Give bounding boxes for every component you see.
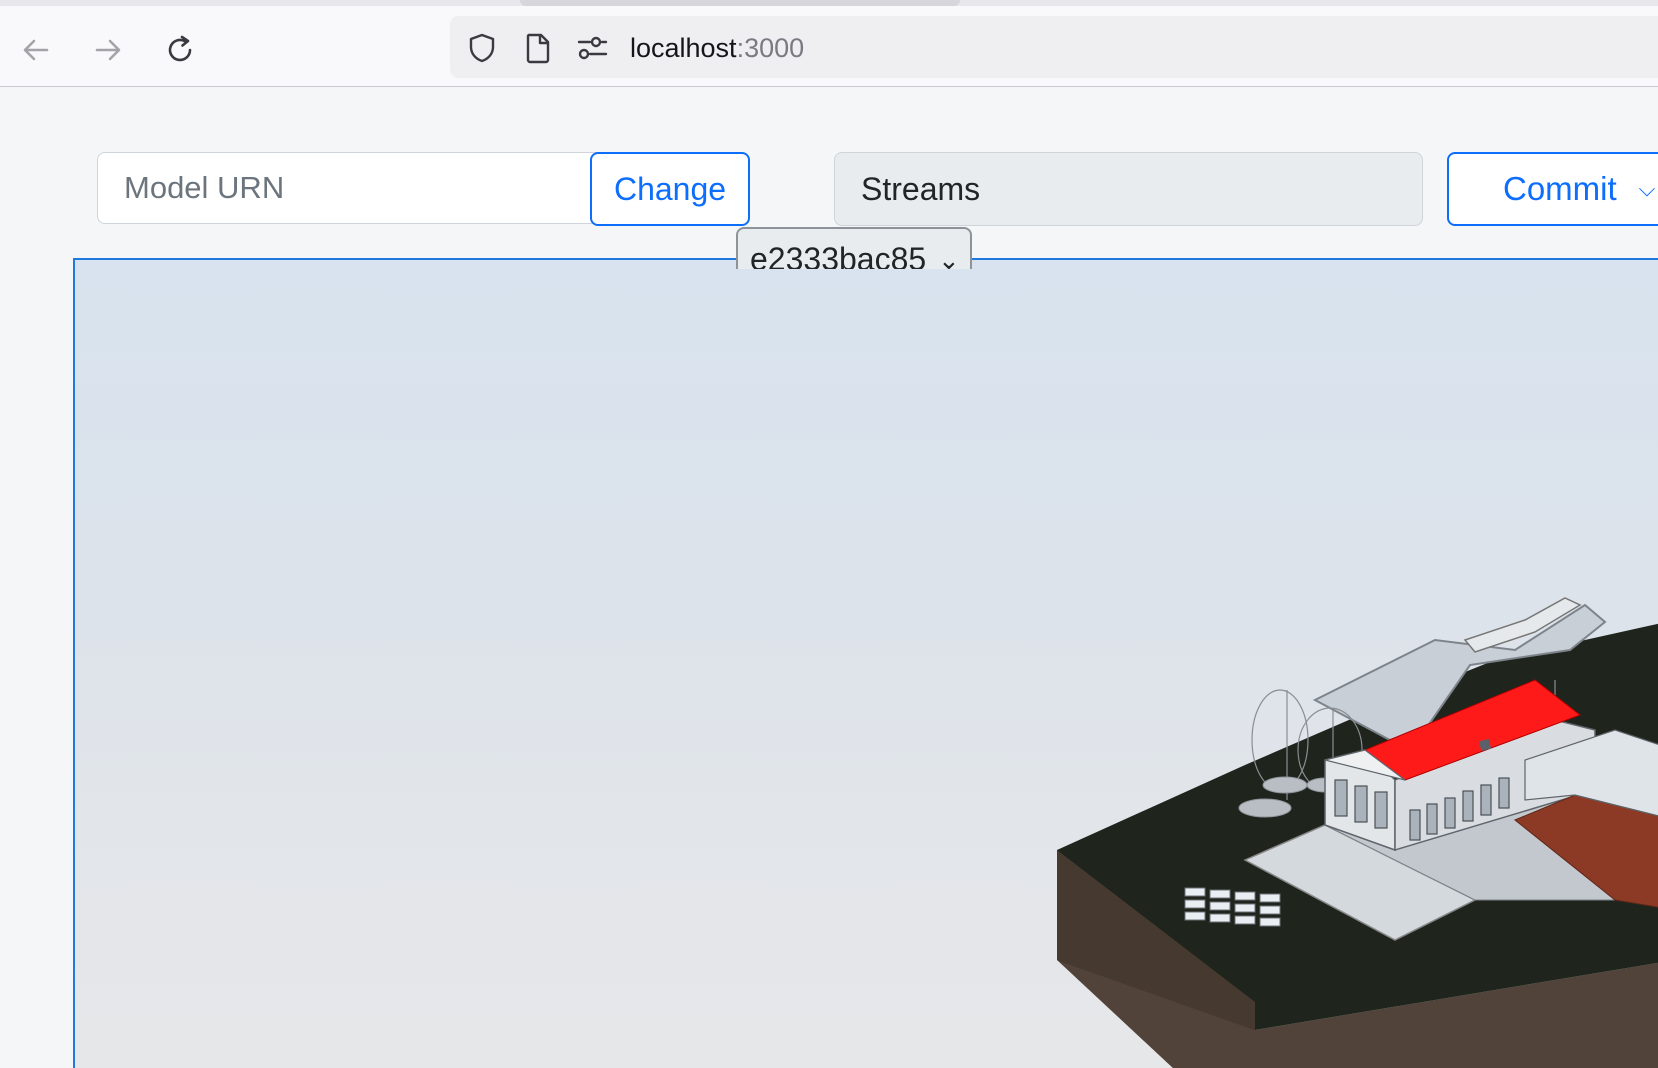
url-port: :3000 (736, 33, 805, 63)
url-text[interactable]: localhost:3000 (630, 32, 804, 64)
streams-label: Streams (861, 170, 981, 207)
address-bar[interactable]: localhost:3000 (450, 16, 1658, 78)
url-host: localhost (630, 33, 737, 63)
chevron-down-icon: ⌄ (938, 245, 960, 269)
back-button[interactable] (16, 30, 56, 70)
commit-dropdown-button[interactable]: Commit ⌵ (1447, 152, 1658, 226)
forward-arrow-icon (95, 39, 121, 61)
model-urn-input[interactable] (97, 152, 597, 224)
page-icon[interactable] (522, 32, 554, 64)
commit-label: Commit (1503, 170, 1617, 207)
commit-select[interactable]: e2333bac85 ⌄ (736, 227, 972, 269)
house-model-render[interactable] (75, 260, 1658, 1068)
permissions-icon[interactable] (576, 32, 608, 64)
browser-toolbar: localhost:3000 (0, 6, 1658, 87)
reload-button[interactable] (160, 30, 200, 70)
forward-button[interactable] (88, 30, 128, 70)
commit-id: e2333bac85 (750, 241, 927, 269)
reload-icon (168, 35, 192, 62)
shield-icon[interactable] (466, 32, 498, 64)
change-button[interactable]: Change (590, 152, 750, 226)
streams-select[interactable]: Streams (834, 152, 1423, 226)
chevron-down-icon: ⌵ (1638, 176, 1656, 201)
back-arrow-icon (23, 39, 49, 61)
model-viewer[interactable] (73, 258, 1658, 1068)
